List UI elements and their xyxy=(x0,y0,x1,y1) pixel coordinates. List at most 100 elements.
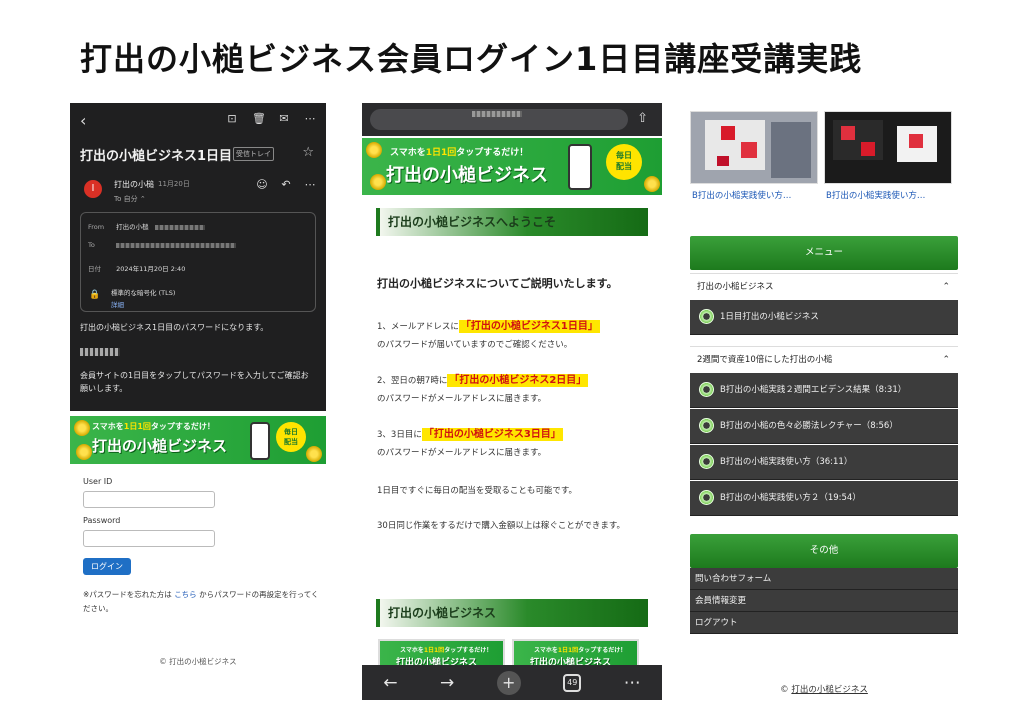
more-icon[interactable]: ⋯ xyxy=(304,113,316,125)
userid-input[interactable] xyxy=(83,491,215,508)
bullet-ring-icon xyxy=(699,309,714,324)
email-view: ‹ ⊡ 🗑 ✉ ⋯ 打出の小槌ビジネス1日目 受信トレイ ☆ I 打出の小槌 1… xyxy=(70,103,326,411)
bullet-ring-icon xyxy=(699,490,714,505)
menu-item-profile[interactable]: 会員情報変更 xyxy=(690,590,958,612)
banner-tagline: スマホを1日1回タップするだけ！ xyxy=(390,145,528,158)
accordion-header[interactable]: 2週間で資産10倍にした打出の小槌 ⌃ xyxy=(690,346,958,372)
accordion-header[interactable]: 打出の小槌ビジネス ⌃ xyxy=(690,273,958,299)
step-highlight: 「打出の小槌ビジネス3日目」 xyxy=(421,428,563,441)
redacted-password xyxy=(80,348,120,356)
bullet-ring-icon xyxy=(699,454,714,469)
thumbnail-block xyxy=(909,134,923,148)
accordion-title: 打出の小槌ビジネス xyxy=(697,282,774,292)
daily-dividend-badge: 毎日 配当 xyxy=(276,422,306,452)
copyright-footer: © 打出の小槌ビジネス xyxy=(159,657,237,666)
thumbnail-block xyxy=(717,156,729,166)
video-thumbnail[interactable] xyxy=(824,111,952,184)
banner-tagline-highlight: 1日1回 xyxy=(123,422,151,431)
email-date: 11月20日 xyxy=(158,180,190,188)
footer-link[interactable]: 打出の小槌ビジネス xyxy=(791,685,868,695)
banner-tagline-pre: スマホを xyxy=(400,647,424,654)
redacted-address xyxy=(116,242,237,248)
site-banner: スマホを1日1回タップするだけ！ 打出の小槌ビジネス 毎日 配当 xyxy=(362,138,662,195)
daily-dividend-badge: 毎日 配当 xyxy=(606,144,642,180)
step-text: 1、メールアドレスに xyxy=(377,322,459,332)
email-login-screenshot: ‹ ⊡ 🗑 ✉ ⋯ 打出の小槌ビジネス1日目 受信トレイ ☆ I 打出の小槌 1… xyxy=(70,103,326,670)
delete-icon[interactable]: 🗑 xyxy=(252,113,266,125)
new-tab-icon[interactable]: + xyxy=(496,670,521,695)
emoji-icon[interactable]: ☺ xyxy=(256,179,268,191)
banner-tagline-post: タップするだけ！ xyxy=(456,148,529,158)
banner-tagline-highlight: 1日1回 xyxy=(425,148,457,158)
email-details: From 打出の小槌 To 日付 2024年11月20日 2:40 🔒 標準的な… xyxy=(80,212,316,312)
step-text: 3、3日目に xyxy=(377,430,422,440)
banner-tagline: スマホを1日1回タップするだけ！ xyxy=(400,645,492,654)
forward-arrow-icon[interactable]: → xyxy=(440,673,454,693)
archive-icon[interactable]: ⊡ xyxy=(226,113,238,125)
menu-item-label: B打出の小槌実践使い方２（19:54） xyxy=(720,493,861,503)
menu-item[interactable]: B打出の小槌実践使い方（36:11） xyxy=(690,445,958,480)
more-icon[interactable]: ⋯ xyxy=(304,179,316,191)
step-text: のパスワードが届いていますのでご確認ください。 xyxy=(377,340,573,350)
step-text: 2、翌日の朝7時に xyxy=(377,376,448,386)
banner-tagline-highlight: 1日1回 xyxy=(423,647,445,654)
banner-tagline-pre: スマホを xyxy=(92,422,124,431)
menu-item-label: B打出の小槌実践２週間エビデンス結果（8:31） xyxy=(720,385,907,395)
star-icon[interactable]: ☆ xyxy=(302,145,314,160)
menu-item[interactable]: 1日目打出の小槌ビジネス xyxy=(690,300,958,335)
step-highlight: 「打出の小槌ビジネス1日目」 xyxy=(458,320,600,333)
note-line: 1日目ですぐに毎日の配当を受取ることも可能です。 xyxy=(377,486,578,496)
from-value: 打出の小槌 xyxy=(116,223,149,231)
tabs-count-icon[interactable]: 49 xyxy=(563,673,582,692)
welcome-heading: 打出の小槌ビジネスへようこそ xyxy=(376,208,648,236)
to-label: To xyxy=(88,241,95,249)
recipient-summary[interactable]: To 自分 ⌃ xyxy=(114,194,146,204)
step-2: 2、翌日の朝7時に 「打出の小槌ビジネス2日目」 のパスワードがメールアドレスに届き… xyxy=(377,372,657,408)
reply-icon[interactable]: ↶ xyxy=(280,179,292,191)
email-subject: 打出の小槌ビジネス1日目 xyxy=(80,149,233,164)
banner-title: 打出の小槌ビジネス xyxy=(386,165,548,186)
details-link[interactable]: 詳細 xyxy=(111,299,124,309)
more-icon[interactable]: ⋯ xyxy=(624,673,641,693)
share-icon[interactable]: ⇧ xyxy=(637,111,648,126)
phone-illustration xyxy=(250,422,270,460)
forgot-text-before: ※パスワードを忘れた方は xyxy=(83,590,172,599)
video-caption-link[interactable]: B打出の小槌実践使い方… xyxy=(826,189,925,201)
note-line: 30日同じ作業をするだけで購入金額以上は稼ぐことができます。 xyxy=(377,521,625,531)
banner-title: 打出の小槌ビジネス xyxy=(92,437,228,455)
login-button[interactable]: ログイン xyxy=(83,558,131,575)
section-heading: 打出の小槌ビジネス xyxy=(376,599,648,627)
step-highlight: 「打出の小槌ビジネス2日目」 xyxy=(447,374,589,387)
phone-illustration xyxy=(568,144,592,190)
banner-tagline-post: タップするだけ！ xyxy=(578,647,627,654)
password-label: Password xyxy=(83,516,121,525)
back-arrow-icon[interactable]: ‹ xyxy=(80,111,86,130)
inbox-badge[interactable]: 受信トレイ xyxy=(233,147,274,161)
password-input[interactable] xyxy=(83,530,215,547)
browser-address-bar: ⇧ xyxy=(362,103,662,136)
banner-tagline: スマホを1日1回タップするだけ！ xyxy=(92,421,215,432)
menu-item[interactable]: B打出の小槌実践２週間エビデンス結果（8:31） xyxy=(690,373,958,408)
redacted-url xyxy=(472,111,522,117)
menu-item-contact[interactable]: 問い合わせフォーム xyxy=(690,568,958,590)
chevron-up-icon: ⌃ xyxy=(942,282,950,292)
video-caption-link[interactable]: B打出の小槌実践使い方… xyxy=(692,189,791,201)
member-site-screenshot: ⇧ スマホを1日1回タップするだけ！ 打出の小槌ビジネス 毎日 配当 打出の小槌ビ… xyxy=(362,103,662,700)
date-row: 日付 2024年11月20日 2:40 xyxy=(88,263,185,273)
to-row: To xyxy=(88,241,237,249)
menu-item[interactable]: B打出の小槌の色々必勝法レクチャー（8:56） xyxy=(690,409,958,444)
video-thumbnail[interactable] xyxy=(690,111,818,184)
back-arrow-icon[interactable]: ← xyxy=(383,673,397,693)
badge-line1: 毎日 xyxy=(284,428,298,436)
password-reset-link[interactable]: こちら xyxy=(174,590,197,599)
coin-icon xyxy=(76,444,92,460)
menu-item-label: B打出の小槌の色々必勝法レクチャー（8:56） xyxy=(720,421,898,431)
date-value: 2024年11月20日 2:40 xyxy=(116,265,186,273)
browser-toolbar: ← → + 49 ⋯ xyxy=(362,665,662,700)
badge-line2: 配当 xyxy=(616,162,632,171)
menu-item[interactable]: B打出の小槌実践使い方２（19:54） xyxy=(690,481,958,516)
menu-item-logout[interactable]: ログアウト xyxy=(690,612,958,634)
page-title: 打出の小槌ビジネス会員ログイン1日目講座受講実践 xyxy=(80,40,863,78)
site-banner: スマホを1日1回タップするだけ！ 打出の小槌ビジネス 毎日 配当 xyxy=(70,416,326,464)
mail-icon[interactable]: ✉ xyxy=(278,113,290,125)
